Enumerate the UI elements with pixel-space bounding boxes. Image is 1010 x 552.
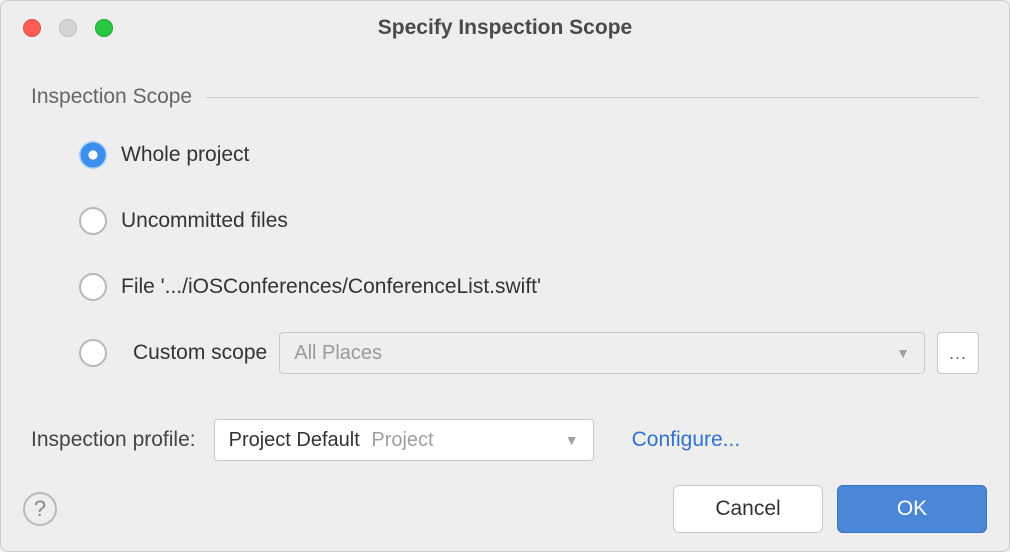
radio-icon: [79, 141, 107, 169]
titlebar: Specify Inspection Scope: [1, 1, 1009, 55]
content-area: Inspection Scope Whole project Uncommitt…: [1, 55, 1009, 461]
dialog-footer: ? Cancel OK: [23, 485, 987, 533]
help-button[interactable]: ?: [23, 492, 57, 526]
radio-icon: [79, 273, 107, 301]
radio-custom-scope[interactable]: [79, 339, 107, 367]
section-label: Inspection Scope: [31, 85, 192, 109]
inspection-profile-select[interactable]: Project Default Project ▼: [214, 419, 594, 461]
radio-label: Custom scope: [133, 341, 267, 365]
configure-link[interactable]: Configure...: [632, 428, 741, 452]
radio-icon: [79, 207, 107, 235]
browse-scope-button[interactable]: ...: [937, 332, 979, 374]
ellipsis-icon: ...: [949, 343, 967, 364]
profile-value-sub: Project: [371, 429, 433, 451]
button-label: Cancel: [715, 497, 780, 521]
custom-scope-select[interactable]: All Places ▼: [279, 332, 925, 374]
radio-label: Uncommitted files: [121, 209, 288, 233]
dialog-title: Specify Inspection Scope: [1, 16, 1009, 40]
profile-label: Inspection profile:: [31, 428, 196, 452]
chevron-down-icon: ▼: [896, 345, 910, 361]
section-header: Inspection Scope: [31, 85, 979, 109]
radio-whole-project[interactable]: Whole project: [79, 137, 979, 173]
divider: [206, 97, 979, 98]
radio-label: Whole project: [121, 143, 249, 167]
radio-custom-scope-row: Custom scope All Places ▼ ...: [79, 335, 979, 371]
profile-value-main: Project Default: [229, 429, 360, 451]
inspection-profile-row: Inspection profile: Project Default Proj…: [31, 419, 979, 461]
radio-file[interactable]: File '.../iOSConferences/ConferenceList.…: [79, 269, 979, 305]
radio-uncommitted-files[interactable]: Uncommitted files: [79, 203, 979, 239]
select-value: All Places: [294, 342, 382, 365]
scope-radio-group: Whole project Uncommitted files File '..…: [31, 137, 979, 371]
ok-button[interactable]: OK: [837, 485, 987, 533]
help-icon: ?: [34, 496, 46, 522]
button-label: OK: [897, 497, 927, 521]
cancel-button[interactable]: Cancel: [673, 485, 823, 533]
chevron-down-icon: ▼: [565, 432, 579, 448]
radio-label: File '.../iOSConferences/ConferenceList.…: [121, 275, 541, 299]
dialog-window: Specify Inspection Scope Inspection Scop…: [0, 0, 1010, 552]
